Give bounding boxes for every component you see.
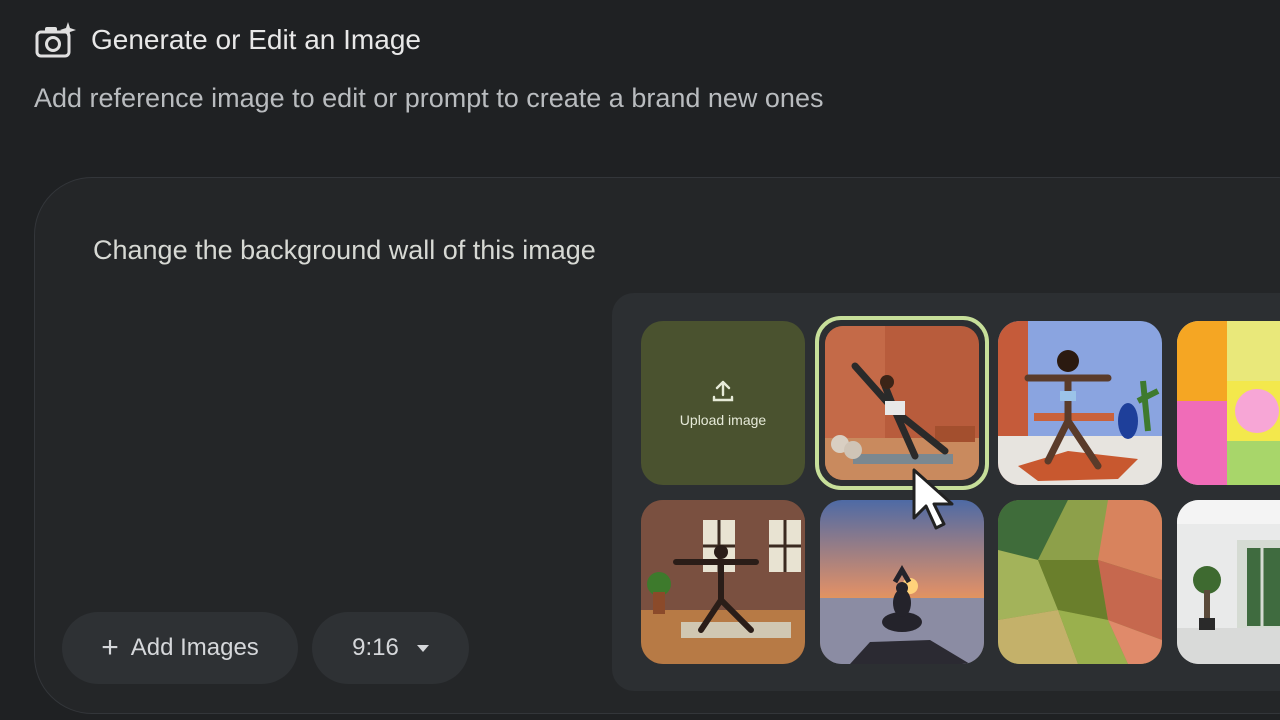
caret-down-icon — [416, 644, 429, 652]
image-thumbnail-yoga-blue[interactable] — [998, 321, 1162, 485]
upload-image-button[interactable]: Upload image — [641, 321, 805, 485]
add-images-label: Add Images — [130, 634, 259, 661]
upload-icon — [712, 380, 734, 402]
aspect-ratio-dropdown[interactable]: 9:16 — [312, 612, 469, 684]
add-images-button[interactable]: + Add Images — [62, 612, 298, 684]
plus-icon: + — [101, 631, 119, 664]
image-thumbnail-white-interior[interactable] — [1177, 500, 1280, 664]
image-thumbnail-abstract-pattern[interactable] — [1177, 321, 1280, 485]
aspect-ratio-value: 9:16 — [352, 634, 399, 661]
yoga-terracotta-image — [825, 326, 979, 480]
page-title: Generate or Edit an Image — [91, 24, 421, 55]
image-thumbnail-abstract-shapes[interactable] — [998, 500, 1162, 664]
yoga-blue-image — [998, 321, 1162, 485]
prompt-input[interactable]: Change the background wall of this image — [93, 232, 596, 268]
page-subtitle: Add reference image to edit or prompt to… — [34, 83, 824, 113]
yoga-loft-image — [641, 500, 805, 664]
image-thumbnail-yoga-terracotta[interactable] — [825, 326, 979, 480]
abstract-shapes-image — [998, 500, 1162, 664]
abstract-pattern-image — [1177, 321, 1280, 485]
camera-sparkle-icon — [35, 22, 76, 58]
white-interior-image — [1177, 500, 1280, 664]
upload-image-label: Upload image — [679, 412, 767, 428]
meditation-sunset-image — [820, 500, 984, 664]
image-thumbnail-meditation-sunset[interactable] — [820, 500, 984, 664]
image-picker: Upload image — [612, 293, 1280, 691]
image-thumbnail-yoga-loft[interactable] — [641, 500, 805, 664]
